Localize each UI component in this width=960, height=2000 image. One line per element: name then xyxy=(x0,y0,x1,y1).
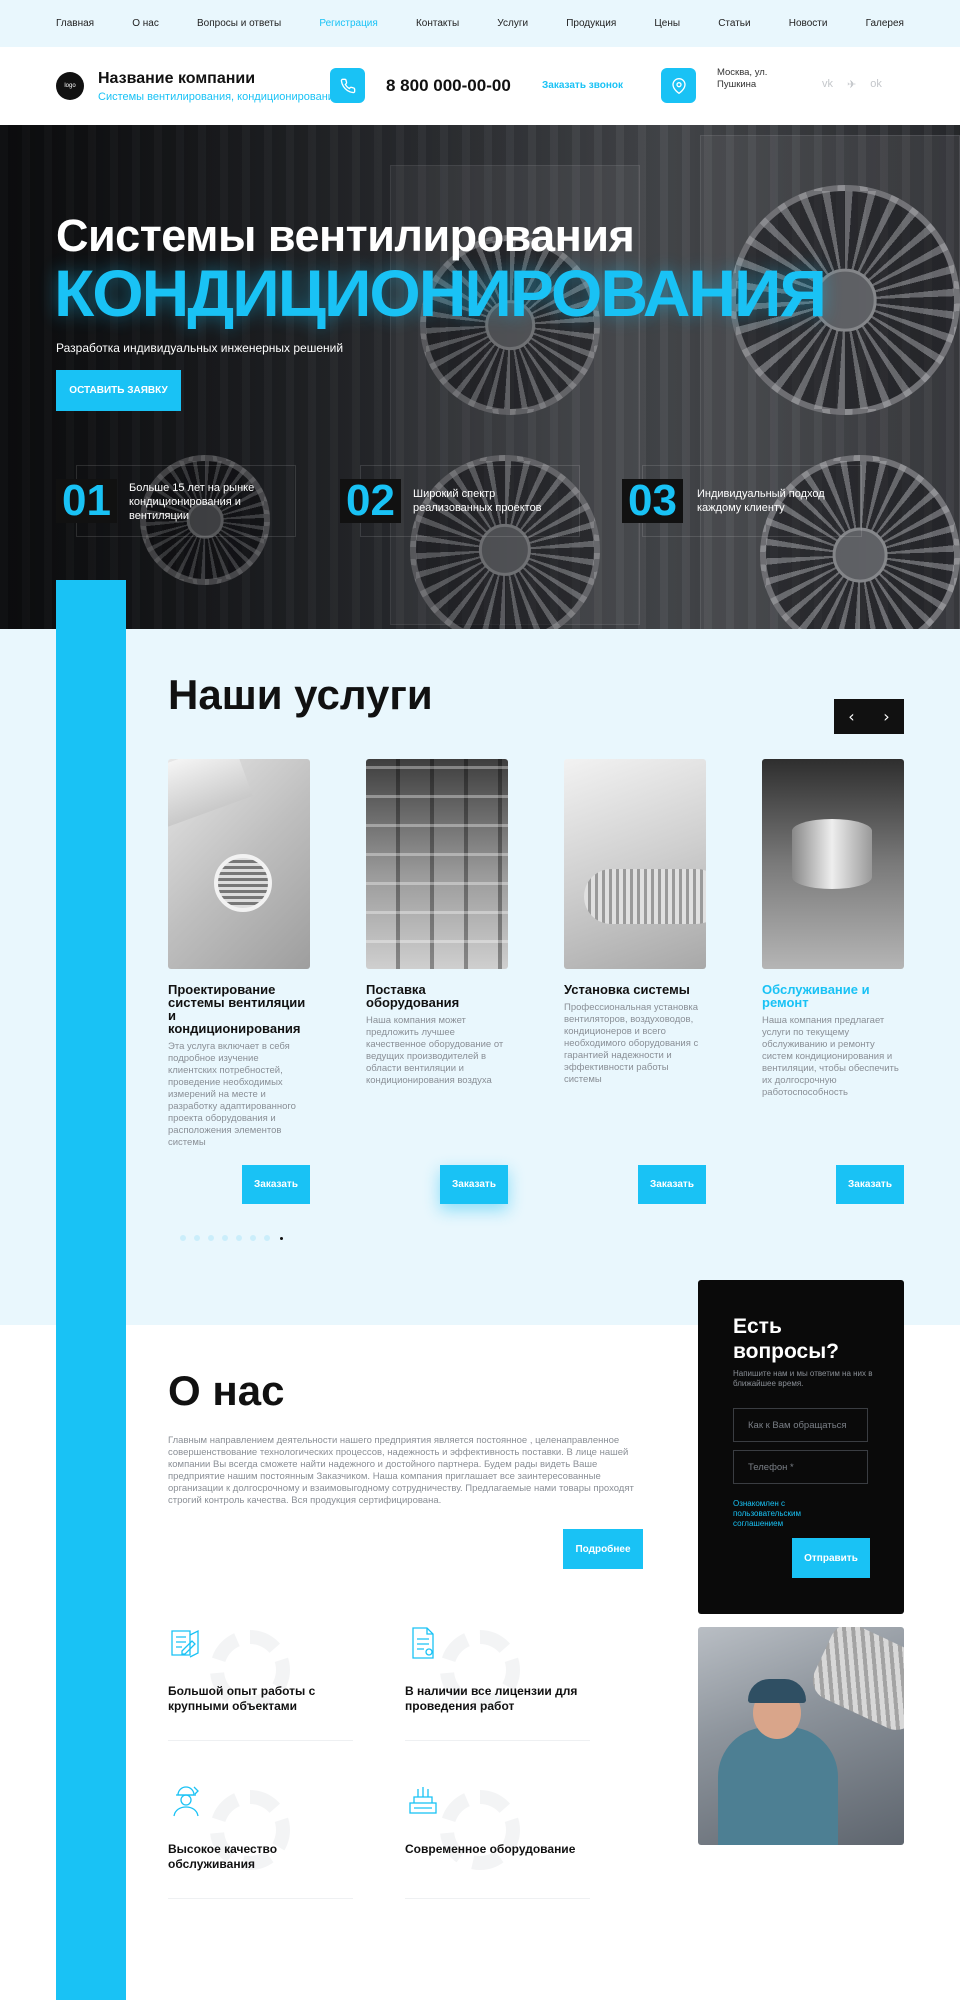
order-button[interactable]: Заказать xyxy=(836,1165,904,1204)
service-title: Установка системы xyxy=(564,982,690,997)
service-card: Установка системы Профессиональная устан… xyxy=(564,759,706,1086)
more-button[interactable]: Подробнее xyxy=(563,1529,643,1569)
feature-number: 02 xyxy=(340,479,401,523)
divider xyxy=(405,1898,590,1899)
send-button[interactable]: Отправить xyxy=(792,1538,870,1578)
service-title: Проектирование системы вентиляции и конд… xyxy=(168,982,306,1036)
slider-dot[interactable] xyxy=(208,1235,214,1241)
blueprint-icon xyxy=(171,1629,199,1658)
order-button[interactable]: Заказать xyxy=(242,1165,310,1204)
nav-item-faq[interactable]: Вопросы и ответы xyxy=(197,18,281,29)
feature-text: Широкий спектр реализованных проектов xyxy=(413,488,542,514)
about-text: Главным направлением деятельности нашего… xyxy=(168,1435,634,1506)
site-header: logo Название компании Системы вентилиро… xyxy=(0,47,960,125)
feature-text: Больше 15 лет на рынке кондиционирования… xyxy=(129,482,255,522)
license-document-icon xyxy=(412,1627,434,1659)
location-pin-icon xyxy=(661,68,696,103)
equipment-icon xyxy=(409,1787,437,1814)
service-card: Обслуживание и ремонт Наша компания пред… xyxy=(762,759,904,1099)
company-logo[interactable]: logo xyxy=(56,72,84,100)
service-title[interactable]: Обслуживание и ремонт xyxy=(762,983,904,1009)
name-input[interactable] xyxy=(733,1408,868,1442)
next-arrow-icon[interactable]: › xyxy=(869,699,904,734)
advantage-title: Высокое качество обслуживания xyxy=(168,1842,278,1871)
hero-subtitle: Разработка индивидуальных инженерных реш… xyxy=(56,341,344,355)
phone-number[interactable]: 8 800 000-00-00 xyxy=(386,76,511,96)
slider-dots xyxy=(180,1235,284,1241)
order-button[interactable]: Заказать xyxy=(440,1165,508,1204)
about-title: О нас xyxy=(168,1367,285,1414)
service-text: Эта услуга включает в себя подробное изу… xyxy=(168,1041,296,1148)
submit-request-button[interactable]: ОСТАВИТЬ ЗАЯВКУ xyxy=(56,370,181,411)
advantage-title: В наличии все лицензии для проведения ра… xyxy=(405,1684,578,1713)
nav-item-contacts[interactable]: Контакты xyxy=(416,18,459,29)
nav-item-gallery[interactable]: Галерея xyxy=(866,18,904,29)
engineer-icon xyxy=(173,1786,199,1817)
advantage-title: Большой опыт работы с крупными объектами xyxy=(168,1684,316,1713)
nav-item-registration[interactable]: Регистрация xyxy=(319,18,377,29)
slider-nav: ‹ › xyxy=(834,699,904,734)
service-text: Наша компания предлагает услуги по текущ… xyxy=(762,1015,899,1098)
divider xyxy=(168,1898,353,1899)
hero-section: Системы вентилирования КОНДИЦИОНИРОВАНИЯ… xyxy=(0,125,960,629)
contact-form: Есть вопросы? Напишите нам и мы ответим … xyxy=(698,1280,904,1614)
service-image xyxy=(168,759,310,969)
agreement-link[interactable]: Ознакомлен с пользовательским соглашение… xyxy=(733,1499,823,1529)
callback-link[interactable]: Заказать звонок xyxy=(542,80,623,91)
nav-item-articles[interactable]: Статьи xyxy=(718,18,750,29)
nav-item-home[interactable]: Главная xyxy=(56,18,94,29)
vk-icon[interactable]: vk xyxy=(822,78,833,91)
nav-item-news[interactable]: Новости xyxy=(789,18,828,29)
company-subtitle: Системы вентилирования, кондиционировани… xyxy=(98,91,334,103)
service-image xyxy=(564,759,706,969)
slider-dot[interactable] xyxy=(194,1235,200,1241)
divider xyxy=(405,1740,590,1741)
slider-dot-active[interactable] xyxy=(279,1236,283,1240)
service-text: Профессиональная установка вентиляторов,… xyxy=(564,1002,699,1085)
nav-item-products[interactable]: Продукция xyxy=(566,18,616,29)
slider-dot[interactable] xyxy=(250,1235,256,1241)
odnoklassniki-icon[interactable]: ok xyxy=(870,78,882,91)
section-title: Наши услуги xyxy=(168,671,433,718)
feature-number: 01 xyxy=(56,479,117,523)
service-image xyxy=(366,759,508,969)
phone-input[interactable] xyxy=(733,1450,868,1484)
form-subtitle: Напишите нам и мы ответим на них в ближа… xyxy=(733,1369,873,1388)
nav-item-prices[interactable]: Цены xyxy=(654,18,680,29)
company-name: Название компании xyxy=(98,70,256,87)
service-image xyxy=(762,759,904,969)
advantage-title: Современное оборудование xyxy=(405,1842,576,1856)
advantage-item: Большой опыт работы с крупными объектами xyxy=(168,1625,353,1714)
phone-icon[interactable] xyxy=(330,68,365,103)
form-title: Есть вопросы? xyxy=(733,1315,839,1363)
order-button[interactable]: Заказать xyxy=(638,1165,706,1204)
advantage-item: В наличии все лицензии для проведения ра… xyxy=(405,1625,590,1714)
telegram-icon[interactable]: ✈ xyxy=(847,78,856,91)
service-text: Наша компания может предложить лучшее ка… xyxy=(366,1015,504,1086)
address: Москва, ул. Пушкина xyxy=(717,67,768,90)
feature-number: 03 xyxy=(622,479,683,523)
nav-item-services[interactable]: Услуги xyxy=(497,18,528,29)
advantage-item: Высокое качество обслуживания xyxy=(168,1783,353,1872)
decorative-accent-bar xyxy=(56,580,126,2000)
slider-dot[interactable] xyxy=(180,1235,186,1241)
prev-arrow-icon[interactable]: ‹ xyxy=(834,699,869,734)
social-links: vk ✈ ok xyxy=(822,78,882,91)
slider-dot[interactable] xyxy=(236,1235,242,1241)
divider xyxy=(168,1740,353,1741)
nav-list: Главная О нас Вопросы и ответы Регистрац… xyxy=(0,0,960,47)
services-section: Наши услуги ‹ › Проектирование системы в… xyxy=(0,629,960,1325)
nav-item-about[interactable]: О нас xyxy=(132,18,159,29)
service-card: Поставка оборудования Наша компания може… xyxy=(366,759,508,1087)
advantage-item: Современное оборудование xyxy=(405,1783,590,1857)
top-navigation: Главная О нас Вопросы и ответы Регистрац… xyxy=(0,0,960,47)
technician-photo xyxy=(698,1627,904,1845)
slider-dot[interactable] xyxy=(222,1235,228,1241)
service-title: Поставка оборудования xyxy=(366,982,460,1010)
feature-text: Индивидуальный подход каждому клиенту xyxy=(697,488,825,514)
service-card: Проектирование системы вентиляции и конд… xyxy=(168,759,310,1149)
slider-dot[interactable] xyxy=(264,1235,270,1241)
hero-title-accent: КОНДИЦИОНИРОВАНИЯ xyxy=(54,256,827,330)
